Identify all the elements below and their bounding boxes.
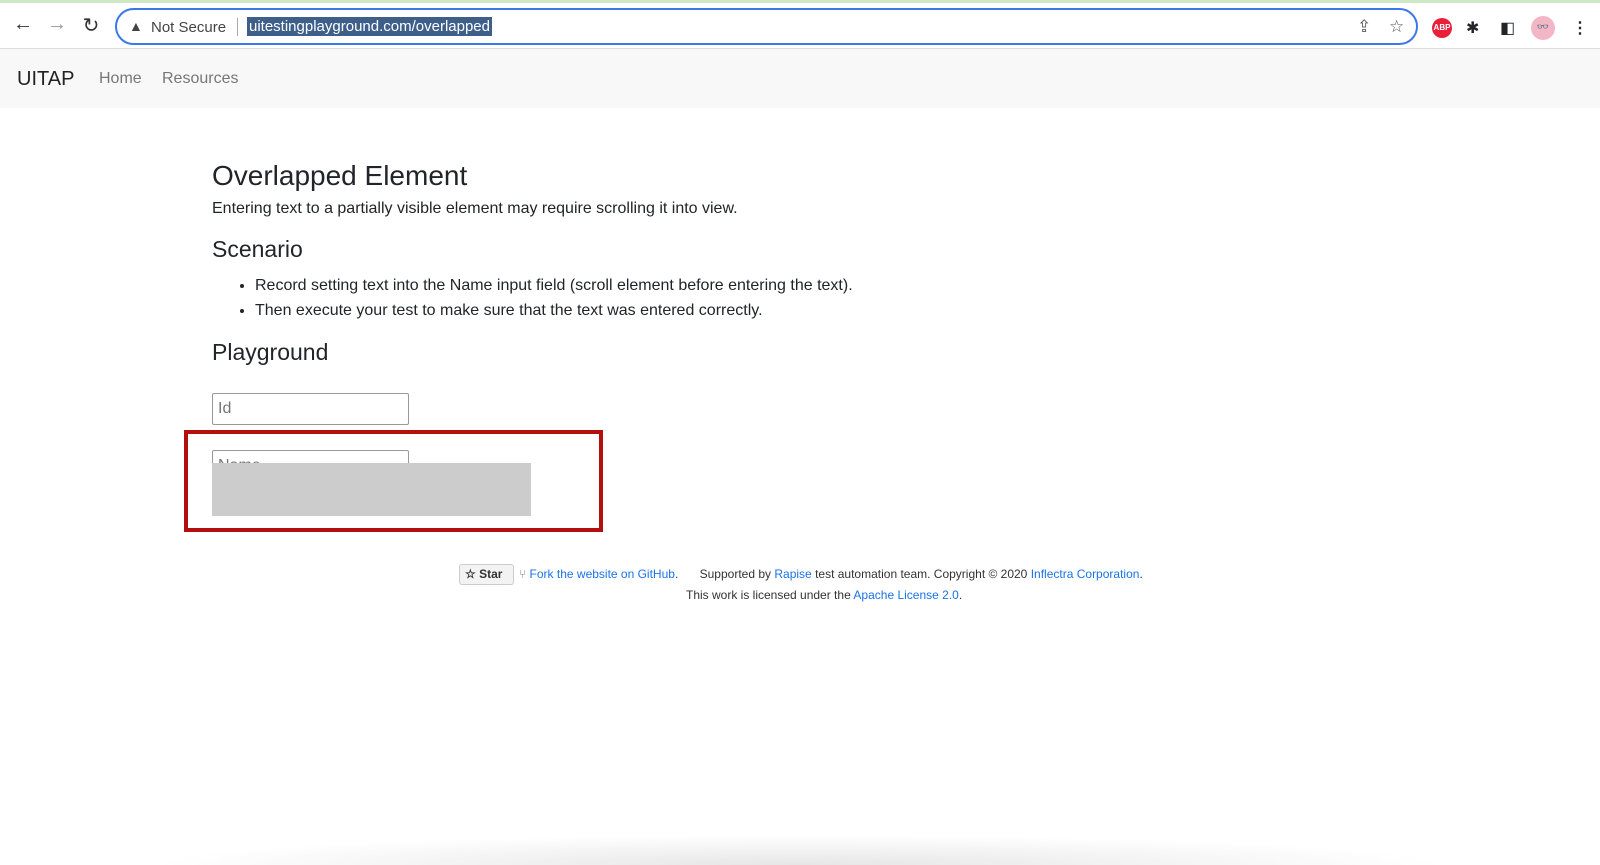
fork-link[interactable]: Fork the website on GitHub: [530, 567, 675, 581]
brand-logo[interactable]: UITAP: [17, 68, 74, 91]
main-content: Overlapped Element Entering text to a pa…: [212, 160, 853, 376]
license-text: This work is licensed under the: [686, 588, 851, 602]
github-star-button[interactable]: ☆ Star: [459, 564, 514, 585]
divider: [237, 18, 238, 36]
address-bar[interactable]: ▲ Not Secure uitestingplayground.com/ove…: [115, 8, 1418, 45]
nav-resources[interactable]: Resources: [162, 70, 238, 88]
window-shadow: [150, 835, 1450, 865]
id-input[interactable]: [212, 393, 409, 425]
security-label[interactable]: Not Secure: [151, 19, 226, 36]
inflectra-link[interactable]: Inflectra Corporation: [1031, 567, 1140, 581]
menu-kebab-icon[interactable]: ⋮: [1572, 18, 1588, 38]
star-label: Star: [479, 567, 503, 581]
reload-icon[interactable]: ↻: [78, 13, 104, 38]
warning-icon[interactable]: ▲: [129, 18, 143, 34]
scenario-heading: Scenario: [212, 236, 303, 262]
playground-heading: Playground: [212, 339, 329, 365]
page-description: Entering text to a partially visible ele…: [212, 200, 738, 217]
share-icon[interactable]: ⇪: [1357, 17, 1371, 37]
rapise-link[interactable]: Rapise: [774, 567, 811, 581]
list-item: Record setting text into the Name input …: [255, 273, 853, 298]
scenario-list: Record setting text into the Name input …: [255, 273, 853, 323]
list-item: Then execute your test to make sure that…: [255, 298, 853, 323]
fork-icon: ⑂: [519, 567, 527, 581]
extensions-puzzle-icon[interactable]: ✱: [1466, 18, 1479, 38]
forward-icon[interactable]: →: [44, 13, 70, 36]
license-link[interactable]: Apache License 2.0: [853, 588, 958, 602]
footer-line-2: This work is licensed under the Apache L…: [686, 588, 963, 602]
site-navbar: UITAP Home Resources: [0, 49, 1600, 108]
bookmark-star-icon[interactable]: ☆: [1389, 17, 1404, 37]
back-icon[interactable]: ←: [10, 13, 36, 36]
url-text[interactable]: uitestingplayground.com/overlapped: [247, 17, 492, 36]
highlight-box: [184, 430, 603, 532]
browser-toolbar: ← → ↻ ▲ Not Secure uitestingplayground.c…: [0, 3, 1600, 49]
nav-home[interactable]: Home: [99, 70, 142, 88]
profile-avatar[interactable]: 👓: [1531, 16, 1555, 40]
adblock-extension-icon[interactable]: ABP: [1432, 18, 1452, 38]
footer-line-1: ⑂ Fork the website on GitHub. Supported …: [519, 567, 1143, 581]
copyright-text: test automation team. Copyright © 2020: [815, 567, 1028, 581]
page-title: Overlapped Element: [212, 160, 468, 191]
supported-by-text: Supported by: [699, 567, 772, 581]
side-panel-icon[interactable]: ◧: [1500, 18, 1515, 38]
